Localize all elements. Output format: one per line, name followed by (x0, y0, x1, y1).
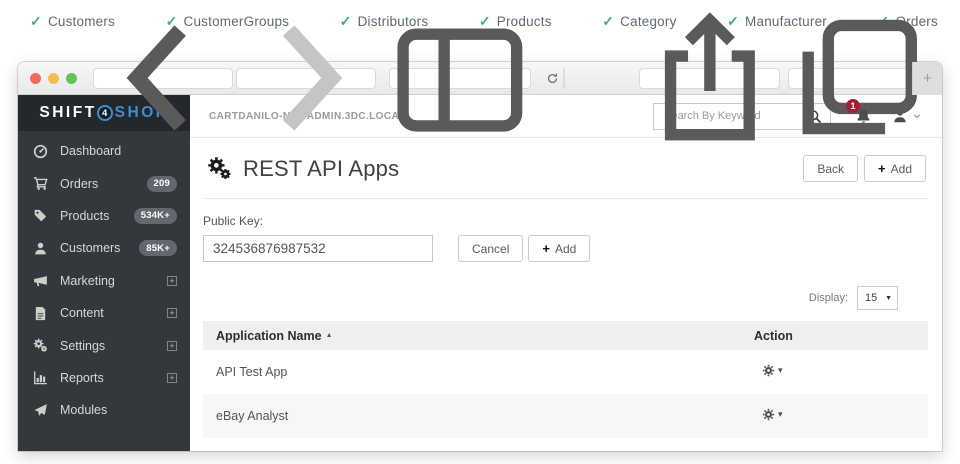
count-badge: 85K+ (139, 240, 177, 256)
sidebar-item-reports[interactable]: Reports + (18, 362, 190, 394)
share-icon (640, 8, 780, 148)
caret-down-icon: ▾ (778, 365, 783, 376)
sidebar-item-label: Settings (60, 339, 105, 353)
address-bar[interactable] (563, 68, 565, 89)
forward-button[interactable] (236, 68, 376, 89)
megaphone-icon (33, 273, 48, 288)
gears-icon (206, 156, 233, 181)
admin-sidebar: SHIFT 4 SHOP DashboardOrders209Products5… (18, 95, 190, 451)
browser-window: + SHIFT 4 SHOP DashboardOrders209Product… (18, 62, 942, 451)
check-icon: ✓ (602, 13, 614, 30)
document-icon (33, 306, 48, 321)
expand-icon[interactable]: + (167, 308, 177, 318)
gear-icon (762, 364, 775, 377)
public-key-form: Public Key: Cancel +Add (203, 214, 928, 262)
table-header: Application Name ▲ Action (203, 321, 928, 350)
sidebar-item-label: Marketing (60, 274, 115, 288)
sidebar-item-label: Content (60, 306, 104, 320)
display-label: Display: (809, 292, 848, 304)
chevron-right-icon (237, 9, 375, 147)
sidebar-item-modules[interactable]: Modules (18, 394, 190, 426)
minimize-button[interactable] (48, 73, 59, 84)
action-cell: ▾ (754, 364, 928, 380)
share-button[interactable] (639, 68, 781, 89)
sidebar-item-label: Reports (60, 371, 104, 385)
caret-down-icon: ▼ (885, 295, 892, 302)
public-key-label: Public Key: (203, 214, 928, 228)
tags-icon (33, 208, 48, 223)
dashboard-icon (33, 144, 48, 159)
app-name-cell: API Test App (203, 365, 754, 379)
close-button[interactable] (30, 73, 41, 84)
plus-icon: + (542, 241, 550, 256)
display-count-select[interactable]: 15 ▼ (857, 286, 898, 310)
expand-icon[interactable]: + (167, 276, 177, 286)
window-controls (30, 73, 77, 84)
public-key-input[interactable] (203, 235, 433, 262)
sidebar-item-customers[interactable]: Customers 85K+ (18, 232, 190, 264)
tabs-overview-button[interactable] (788, 68, 930, 89)
display-count-row: Display: 15 ▼ (203, 286, 898, 310)
back-page-button[interactable]: Back (803, 155, 858, 182)
sidebar-toggle-button[interactable] (389, 68, 531, 89)
count-badge: 209 (147, 176, 177, 192)
sort-asc-icon: ▲ (326, 332, 333, 339)
sidebar-item-label: Products (60, 209, 109, 223)
sidebar-item-marketing[interactable]: Marketing + (18, 265, 190, 297)
zoom-button[interactable] (66, 73, 77, 84)
new-tab-button[interactable]: + (912, 62, 942, 95)
gears-icon (33, 338, 48, 353)
rocket-icon (33, 403, 48, 418)
notifications-button[interactable]: 1 (855, 107, 872, 125)
count-badge: 534K+ (134, 208, 177, 224)
sidebar-item-orders[interactable]: Orders 209 (18, 167, 190, 199)
table-body: API Test App ▾ eBay Analyst ▾ (203, 350, 928, 438)
sidebar-menu: DashboardOrders209Products534K+Customers… (18, 131, 190, 451)
column-action: Action (754, 329, 928, 343)
chevron-left-icon (94, 9, 232, 147)
expand-icon[interactable]: + (167, 373, 177, 383)
browser-toolbar: + (18, 62, 942, 95)
logo-part1: SHIFT (39, 104, 96, 122)
expand-icon[interactable]: + (167, 341, 177, 351)
sidebar-item-label: Modules (60, 403, 107, 417)
cancel-button[interactable]: Cancel (458, 235, 523, 262)
sidebar-panel-icon (390, 8, 530, 148)
column-application-name[interactable]: Application Name ▲ (203, 329, 754, 343)
sidebar-item-label: Customers (60, 241, 120, 255)
notification-badge: 1 (846, 99, 860, 113)
table-row: eBay Analyst ▾ (203, 394, 928, 438)
sidebar-item-products[interactable]: Products 534K+ (18, 200, 190, 232)
row-action-gear-button[interactable]: ▾ (762, 408, 783, 421)
back-button[interactable] (93, 68, 233, 89)
page-title: REST API Apps (243, 156, 399, 182)
action-cell: ▾ (754, 408, 928, 424)
refresh-icon[interactable] (546, 72, 559, 85)
user-icon (33, 241, 48, 256)
gear-icon (762, 408, 775, 421)
check-icon: ✓ (30, 13, 42, 30)
sidebar-item-settings[interactable]: Settings + (18, 329, 190, 361)
sidebar-item-label: Orders (60, 177, 98, 191)
tabs-icon (789, 8, 929, 148)
add-key-button[interactable]: +Add (528, 235, 590, 262)
caret-down-icon: ▾ (778, 409, 783, 420)
cart-icon (33, 176, 48, 191)
api-apps-table: Application Name ▲ Action API Test App▾e… (203, 321, 928, 438)
table-row: API Test App ▾ (203, 350, 928, 394)
add-app-button[interactable]: +Add (864, 155, 926, 182)
sidebar-item-content[interactable]: Content + (18, 297, 190, 329)
app-name-cell: eBay Analyst (203, 409, 754, 423)
plus-icon: + (878, 161, 886, 176)
row-action-gear-button[interactable]: ▾ (762, 364, 783, 377)
bar-chart-icon (33, 370, 48, 385)
